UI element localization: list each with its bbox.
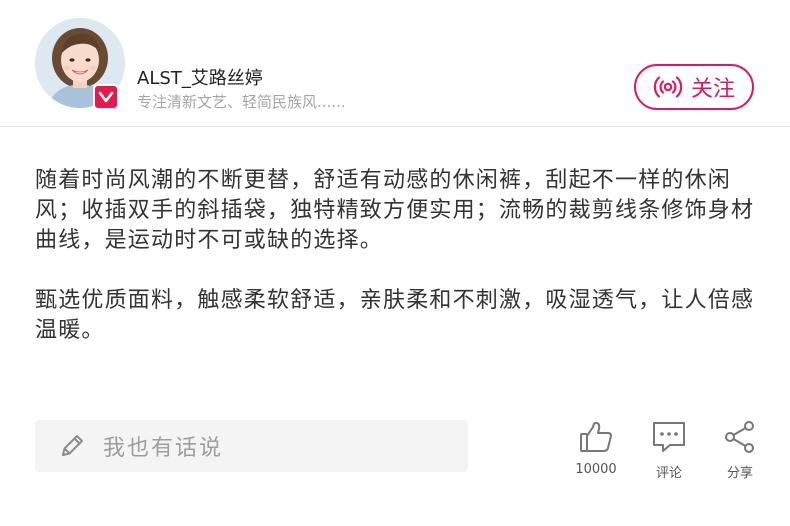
comment-placeholder: 我也有话说 <box>103 436 224 461</box>
comment-input[interactable]: 我也有话说 <box>35 420 468 472</box>
like-count: 10000 <box>575 462 617 477</box>
like-button[interactable]: 10000 <box>566 418 626 477</box>
author-name[interactable]: ALST_艾路丝婷 <box>137 64 263 90</box>
share-icon <box>710 418 770 456</box>
comment-label: 评论 <box>655 466 682 481</box>
post-page: ALST_艾路丝婷 专注清新文艺、轻简民族风...... 关注 随着时尚风潮的不… <box>0 0 790 526</box>
v-verified-icon <box>93 84 119 110</box>
post-paragraph: 随着时尚风潮的不断更替，舒适有动感的休闲裤，刮起不一样的休闲风；收插双手的斜插袋… <box>35 168 755 253</box>
thumbs-up-icon <box>566 418 626 456</box>
comment-bubble-icon <box>639 418 699 456</box>
follow-button[interactable]: 关注 <box>634 64 754 110</box>
comment-button[interactable]: 评论 <box>639 418 699 481</box>
post-paragraph: 甄选优质面料，触感柔软舒适，亲肤柔和不刺激，吸湿透气，让人倍感温暖。 <box>35 288 755 343</box>
author-header: ALST_艾路丝婷 专注清新文艺、轻简民族风...... 关注 <box>0 0 790 127</box>
author-bio: 专注清新文艺、轻简民族风...... <box>137 93 346 111</box>
follow-button-label: 关注 <box>690 77 735 102</box>
share-label: 分享 <box>726 466 753 481</box>
post-content: 随着时尚风潮的不断更替，舒适有动感的休闲裤，刮起不一样的休闲风；收插双手的斜插袋… <box>35 166 760 346</box>
avatar-container[interactable] <box>35 18 125 110</box>
share-button[interactable]: 分享 <box>710 418 770 481</box>
broadcast-icon <box>653 74 683 100</box>
pencil-icon <box>57 431 87 461</box>
